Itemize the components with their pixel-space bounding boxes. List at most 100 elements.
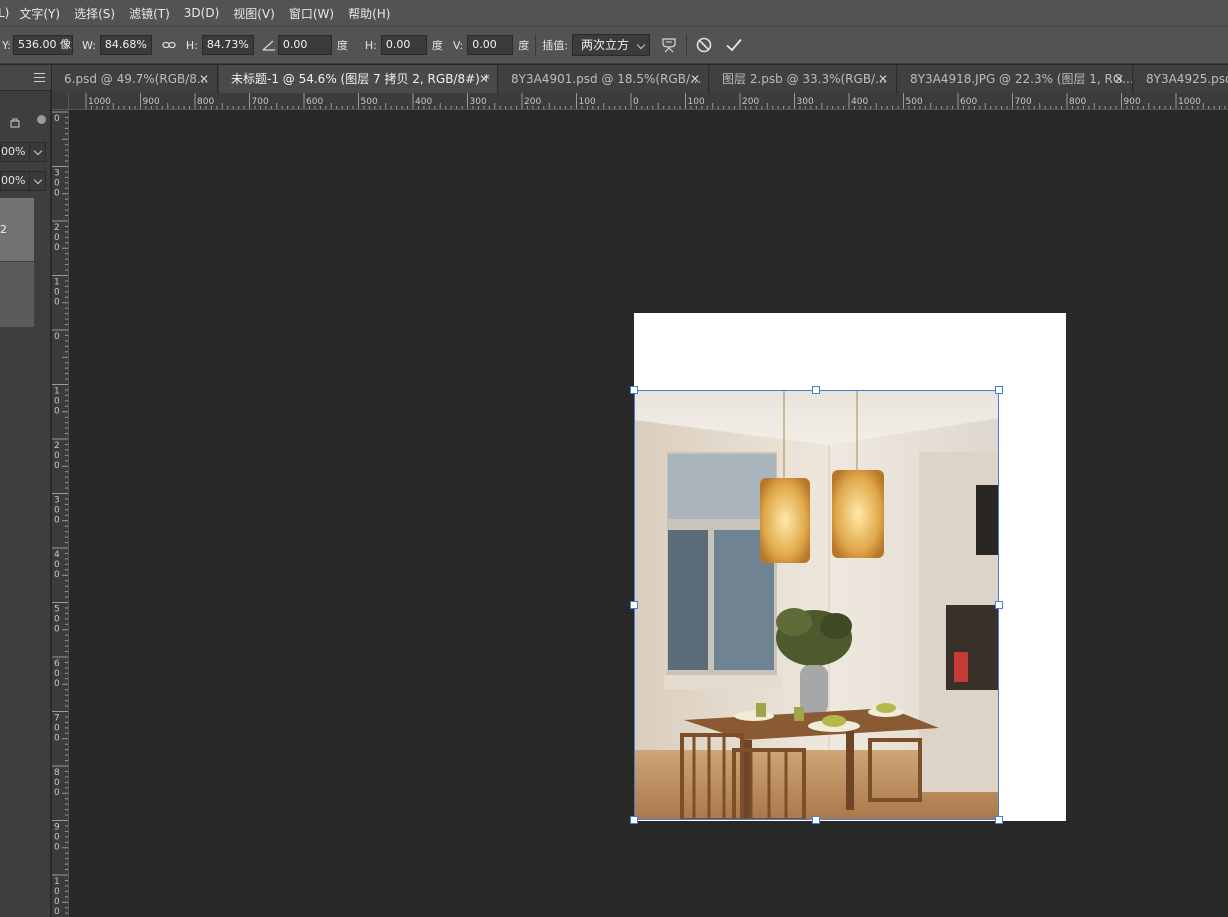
divider: [535, 34, 537, 56]
close-icon[interactable]: ✕: [690, 65, 700, 93]
tab-label: 8Y3A4918.JPG @ 22.3% (图层 1, RG...: [910, 72, 1133, 86]
ruler-label: 3: [54, 169, 60, 179]
ruler-label: 500: [906, 97, 923, 107]
ruler-label: 600: [960, 97, 977, 107]
tab-layer2-psb[interactable]: 图层 2.psb @ 33.3%(RGB/... ✕: [710, 65, 897, 93]
layer-row[interactable]: [0, 262, 34, 327]
hskew-field[interactable]: 0.00: [380, 35, 427, 55]
tab-6-psd[interactable]: 6.psd @ 49.7%(RGB/8... ✕: [52, 65, 218, 93]
tab-8y3a4901[interactable]: 8Y3A4901.psd @ 18.5%(RGB/... ✕: [499, 65, 709, 93]
ruler-ticks: 0300200100010020030040050060070080090010…: [52, 111, 68, 917]
ruler-label: 0: [54, 907, 60, 917]
fill-icon[interactable]: [37, 115, 46, 124]
ruler-label: 900: [143, 97, 160, 107]
menu-item-type[interactable]: 文字(Y): [19, 5, 60, 22]
menu-item-window[interactable]: 窗口(W): [289, 5, 334, 22]
tab-8y3a4918[interactable]: 8Y3A4918.JPG @ 22.3% (图层 1, RG... ✕: [898, 65, 1133, 93]
tab-label: 8Y3A4901.psd @ 18.5%(RGB/...: [511, 72, 702, 86]
close-icon[interactable]: ✕: [1114, 65, 1124, 93]
ruler-label: 0: [54, 669, 60, 679]
angle-field[interactable]: 0.00: [277, 35, 332, 55]
ruler-label: 100: [688, 97, 705, 107]
fill-field[interactable]: 00%: [0, 171, 46, 191]
ruler-label: 800: [197, 97, 214, 107]
transform-handle-top-left[interactable]: [630, 386, 638, 394]
close-icon[interactable]: ✕: [479, 65, 489, 93]
ruler-label: 1: [54, 278, 60, 288]
width-field[interactable]: 84.68%: [99, 35, 152, 55]
opacity-field[interactable]: 00%: [0, 142, 46, 162]
interpolation-dropdown[interactable]: 两次立方: [571, 34, 650, 56]
tab-untitled-1[interactable]: 未标题-1 @ 54.6% (图层 7 拷贝 2, RGB/8#) * ✕: [219, 65, 498, 93]
ruler-label: 9: [54, 823, 60, 833]
menu-item-filter[interactable]: 滤镜(T): [129, 5, 170, 22]
ruler-label: 400: [415, 97, 432, 107]
tab-8y3a4925[interactable]: 8Y3A4925.psd @: [1134, 65, 1228, 93]
close-icon[interactable]: ✕: [878, 65, 888, 93]
ruler-label: 800: [1069, 97, 1086, 107]
transform-handle-left[interactable]: [630, 601, 638, 609]
chevron-down-icon[interactable]: [29, 143, 45, 161]
vskew-label: V:: [452, 38, 464, 52]
ruler-label: 1: [54, 387, 60, 397]
ruler-label: 0: [54, 397, 60, 407]
ruler-label: 0: [54, 451, 60, 461]
ruler-label: 2: [54, 441, 60, 451]
ruler-label: 0: [54, 679, 60, 689]
ruler-ticks: 1000 900 800 700 600 500 400 300 200 100 0 100 200 30…: [85, 93, 1226, 109]
ruler-label: 0: [54, 114, 60, 124]
ruler-label: 900: [1124, 97, 1141, 107]
menu-item-select[interactable]: 选择(S): [74, 5, 115, 22]
ruler-label: 300: [797, 97, 814, 107]
vskew-field[interactable]: 0.00: [467, 35, 514, 55]
menu-item-view[interactable]: 视图(V): [233, 5, 275, 22]
transform-handle-top-right[interactable]: [995, 386, 1003, 394]
ruler-label: 700: [1015, 97, 1032, 107]
ruler-label: 200: [524, 97, 541, 107]
ruler-label: 0: [54, 243, 60, 253]
ruler-label: 0: [54, 833, 60, 843]
transform-handle-top[interactable]: [812, 386, 820, 394]
horizontal-ruler[interactable]: 1000 900 800 700 600 500 400 300 200 100 0 100 200 30…: [52, 93, 1228, 110]
chevron-down-icon: [636, 40, 646, 50]
angle-unit: 度: [336, 39, 348, 52]
vskew-unit: 度: [518, 39, 530, 52]
transform-handle-bottom-left[interactable]: [630, 816, 638, 824]
ruler-label: 0: [54, 843, 60, 853]
commit-transform-icon[interactable]: [723, 34, 745, 56]
ruler-label: 0: [54, 298, 60, 308]
y-field[interactable]: 536.00 像素: [12, 35, 73, 55]
menu-item-layer[interactable]: L): [0, 6, 9, 20]
transform-handle-bottom[interactable]: [812, 816, 820, 824]
menu-item-3d[interactable]: 3D(D): [184, 6, 219, 20]
ruler-label: 700: [252, 97, 269, 107]
ruler-label: 1000: [88, 97, 111, 107]
ruler-label: 0: [54, 332, 60, 342]
height-field[interactable]: 84.73%: [201, 35, 254, 55]
ruler-label: 0: [54, 724, 60, 734]
close-icon[interactable]: ✕: [199, 65, 209, 93]
warp-icon[interactable]: [658, 34, 680, 56]
menu-bar: L) 文字(Y) 选择(S) 滤镜(T) 3D(D) 视图(V) 窗口(W) 帮…: [0, 0, 1228, 26]
w-label: W:: [81, 38, 96, 52]
lock-icon[interactable]: [10, 117, 21, 128]
ruler-label: 4: [54, 550, 60, 560]
chevron-down-icon[interactable]: [29, 172, 45, 190]
ruler-label: 0: [54, 887, 60, 897]
link-icon[interactable]: [158, 34, 180, 56]
panel-menu-icon[interactable]: [34, 73, 45, 82]
tab-label: 未标题-1 @ 54.6% (图层 7 拷贝 2, RGB/8#) *: [231, 72, 490, 86]
ruler-label: 0: [54, 615, 60, 625]
h-label: H:: [185, 38, 198, 52]
cancel-transform-icon[interactable]: [693, 34, 715, 56]
opacity-value: 00%: [1, 145, 26, 158]
vertical-ruler[interactable]: 0300200100010020030040050060070080090010…: [52, 110, 69, 917]
layer-row-selected[interactable]: 2: [0, 198, 34, 261]
transform-handle-right[interactable]: [995, 601, 1003, 609]
transform-handle-bottom-right[interactable]: [995, 816, 1003, 824]
ruler-label: 2: [54, 223, 60, 233]
hskew-label: H:: [364, 38, 377, 52]
menu-item-help[interactable]: 帮助(H): [348, 5, 390, 22]
layers-panel: 00% 00% 2: [0, 65, 51, 917]
dining-room-photo[interactable]: [634, 390, 999, 820]
